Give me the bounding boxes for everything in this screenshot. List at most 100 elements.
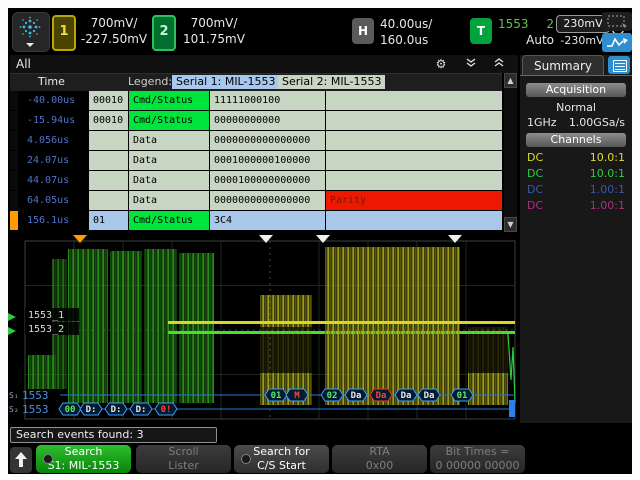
- expand-icon[interactable]: [488, 56, 510, 72]
- table-row-selected[interactable]: 156.1us 01 Cmd/Status 3C4: [10, 211, 502, 230]
- cell-time: 24.07us: [19, 151, 88, 170]
- column-header-time: Time: [38, 75, 65, 88]
- lister-scrollbar[interactable]: ▲ ▼: [504, 73, 517, 232]
- s1-bubble: Da: [351, 391, 362, 401]
- table-row[interactable]: 24.07us Data 0001000000100000: [10, 151, 502, 170]
- legend-label: Legend:: [128, 75, 173, 88]
- softkey-rta-line1: RTA: [369, 445, 390, 458]
- trigger-level-low: -230mV: [560, 34, 604, 47]
- cell-time: 156.1us: [19, 211, 88, 230]
- cell-error: [326, 111, 502, 130]
- table-row[interactable]: -15.94us 00010 Cmd/Status 00000000000: [10, 111, 502, 130]
- channel3-coupling: DC: [527, 183, 544, 196]
- row-marker: [10, 131, 18, 150]
- cell-rta: [89, 171, 128, 190]
- softkey-rta-line2: 0x00: [365, 459, 394, 472]
- cell-data: 11111000100: [210, 91, 325, 110]
- cell-type: Cmd/Status: [129, 111, 209, 130]
- channel1-button[interactable]: 1: [52, 15, 76, 51]
- decode-scroll-marker: [509, 400, 515, 417]
- scroll-down-icon[interactable]: ▼: [504, 217, 517, 232]
- lister-panel: All ⚙ Time Legend: Serial 1: MIL-1553 Se…: [10, 55, 518, 232]
- scroll-up-icon[interactable]: ▲: [504, 73, 517, 88]
- row-marker-selected: [10, 211, 18, 230]
- s1-bubble: 02: [327, 391, 338, 401]
- cell-data: 0000000000000000: [210, 131, 325, 150]
- row-marker: [10, 91, 18, 110]
- cell-rta: [89, 191, 128, 210]
- cell-error: [326, 171, 502, 190]
- up-arrow-icon: [15, 452, 27, 467]
- horizontal-button[interactable]: H: [352, 18, 374, 44]
- lister-mode: All: [16, 57, 31, 71]
- trigger-bus-type: 1553: [498, 17, 529, 31]
- s1-bubble: Da: [424, 391, 435, 401]
- cell-type: Data: [129, 151, 209, 170]
- horizontal-settings[interactable]: 40.00us/ 160.0us: [380, 16, 452, 48]
- cell-data: 0000100000000000: [210, 171, 325, 190]
- table-row[interactable]: 4.056us Data 0000000000000000: [10, 131, 502, 150]
- cell-type: Data: [129, 191, 209, 210]
- trigger-mode: Auto: [526, 33, 554, 47]
- channel1-summary: DC 10.0:1: [520, 150, 632, 165]
- softkey-search-for[interactable]: Search for C/S Start: [234, 445, 329, 473]
- legend-serial2-chip: Serial 2: MIL-1553: [278, 75, 386, 89]
- touch-gesture-button[interactable]: [602, 33, 632, 52]
- cell-rta: 00010: [89, 91, 128, 110]
- channel2-button[interactable]: 2: [152, 15, 176, 51]
- menu-icon: [613, 60, 627, 72]
- cell-time: 64.05us: [19, 191, 88, 210]
- softkey-scroll-line1: Scroll: [168, 445, 199, 458]
- s2-bubble: D:: [136, 405, 147, 415]
- waveform-display[interactable]: 1553_1 1553_2 S₁ 1553 01 M 02 Da Da Da D…: [8, 235, 518, 422]
- bus2-label: 1553_2: [28, 324, 64, 335]
- cell-rta: 00010: [89, 111, 128, 130]
- main-menu-button[interactable]: [12, 12, 50, 52]
- s2-bubble: D:: [86, 405, 97, 415]
- cycle-dot-icon: [241, 454, 251, 464]
- cell-error: [326, 151, 502, 170]
- channel1-settings[interactable]: 700mV/ -227.50mV: [74, 15, 154, 47]
- cell-data: 0000000000000000: [210, 191, 325, 210]
- gear-icon[interactable]: ⚙: [430, 56, 452, 72]
- trigger-button[interactable]: T: [470, 18, 492, 44]
- tab-summary[interactable]: Summary: [522, 55, 604, 75]
- channel2-summary: DC 10.0:1: [520, 166, 632, 181]
- sidebar-menu-button[interactable]: [608, 56, 630, 74]
- acquisition-section-header: Acquisition: [526, 83, 626, 97]
- table-row[interactable]: 64.05us Data 0000000000000000 Parity: [10, 191, 502, 210]
- channel4-coupling: DC: [527, 199, 544, 212]
- chevron-down-icon: [26, 43, 34, 47]
- channel2-settings[interactable]: 700mV/ 101.75mV: [174, 15, 254, 47]
- cell-type: Data: [129, 171, 209, 190]
- s1-bubble: M: [294, 391, 300, 401]
- channel2-coupling: DC: [527, 167, 544, 180]
- sample-rate: 1.00GSa/s: [568, 116, 625, 129]
- softkey-scroll-lister[interactable]: Scroll Lister: [136, 445, 231, 473]
- cell-type: Cmd/Status: [129, 211, 209, 230]
- s2-name: 1553: [22, 403, 49, 416]
- trigger-settings[interactable]: 1553 2 Auto: [498, 16, 554, 48]
- s2-bubble: D:: [111, 405, 122, 415]
- lister-legend-row: Time Legend: Serial 1: MIL-1553 Serial 2…: [10, 73, 502, 91]
- collapse-icon[interactable]: [460, 56, 482, 72]
- zoom-region-button[interactable]: [602, 12, 632, 31]
- softkey-search[interactable]: Search S1: MIL-1553: [36, 445, 131, 473]
- cell-time: 4.056us: [19, 131, 88, 150]
- softkey-back-button[interactable]: [10, 447, 32, 473]
- cell-rta: 01: [89, 211, 128, 230]
- keysight-logo-icon: [19, 16, 41, 47]
- softkey-rta[interactable]: RTA 0x00: [332, 445, 427, 473]
- s2-bubble-error: 0!: [161, 405, 172, 415]
- channel2-scale: 700mV/: [190, 16, 238, 30]
- channel1-scale: 700mV/: [90, 16, 138, 30]
- softkey-bit-times[interactable]: Bit Times = 0 00000 00000: [430, 445, 525, 473]
- table-row[interactable]: 44.07us Data 0000100000000000: [10, 171, 502, 190]
- trigger-source: 2: [546, 17, 554, 31]
- table-row[interactable]: -40.00us 00010 Cmd/Status 11111000100: [10, 91, 502, 110]
- bandwidth: 1GHz: [527, 116, 557, 129]
- channel2-offset: 101.75mV: [183, 32, 245, 46]
- cell-data: 0001000000100000: [210, 151, 325, 170]
- row-marker: [10, 111, 18, 130]
- lister-title-bar: All ⚙: [10, 55, 518, 73]
